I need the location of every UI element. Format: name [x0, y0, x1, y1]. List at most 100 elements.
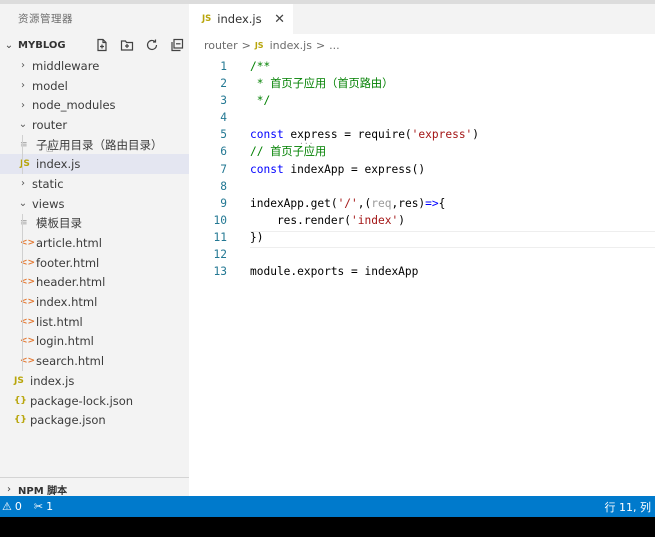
tree-file[interactable]: <> login.html [0, 332, 189, 352]
code-token: ,res) [391, 196, 426, 210]
line-number: 9 [220, 196, 227, 210]
code-line: 10 res.render('index') [189, 212, 655, 229]
chevron-down-icon: ⌄ [4, 39, 14, 51]
code-token: ,( [357, 196, 372, 210]
tree-file[interactable]: <> index.html [0, 292, 189, 312]
workspace-section-header[interactable]: ⌄ MYBLOG [0, 34, 189, 56]
tree-item-label: model [32, 78, 68, 93]
refresh-icon[interactable] [143, 36, 160, 53]
tree-file[interactable]: {} package.json [0, 410, 189, 430]
cursor-position[interactable]: 行 11, 列 [605, 499, 652, 515]
tree-item-label: index.js [30, 373, 75, 388]
indent-guide [22, 213, 23, 372]
hint-ellipsis-icon: ··· [299, 139, 314, 149]
code-line: 12 [189, 246, 655, 263]
tree-file[interactable]: JS index.js [0, 371, 189, 391]
collapse-all-icon[interactable] [168, 36, 185, 53]
js-file-icon: JS [14, 375, 24, 386]
breadcrumb-file[interactable]: index.js [270, 39, 312, 52]
tree-file[interactable]: <> search.html [0, 351, 189, 371]
chevron-right-icon: › [21, 80, 25, 92]
new-folder-icon[interactable] [118, 36, 135, 53]
code-text: * 首页子应用（首页路由） [250, 75, 394, 92]
code-text: }) [250, 229, 263, 246]
code-token: const [250, 162, 284, 176]
code-token: // 首页子应用 [250, 145, 327, 159]
tree-file[interactable]: <> list.html [0, 312, 189, 332]
warning-count: 0 [14, 500, 22, 513]
editor-area: JS index.js ✕ router > JS index.js > ...… [189, 4, 655, 496]
tree-item-label: middleware [32, 58, 100, 73]
tree-folder[interactable]: ⌄ router [0, 115, 189, 135]
json-file-icon: {} [14, 395, 27, 406]
code-token: }) [250, 230, 264, 244]
explorer-title: 资源管理器 [18, 13, 73, 25]
json-file-icon: {} [14, 415, 27, 426]
code-text: const indexApp = express() [250, 161, 425, 178]
tree-item-label: index.html [36, 295, 98, 310]
code-token: * 首页子应用（首页路由） [250, 77, 394, 91]
tree-file[interactable]: ≡ 模板目录 [0, 214, 189, 234]
code-text: res.render('index') [250, 212, 405, 229]
tree-folder[interactable]: › model [0, 76, 189, 96]
breadcrumb-folder[interactable]: router [204, 39, 238, 52]
npm-scripts-label: NPM 脚本 [18, 485, 68, 497]
tree-folder[interactable]: ⌄ views [0, 194, 189, 214]
breadcrumb-more[interactable]: ... [329, 39, 340, 52]
chevron-right-icon: › [21, 178, 25, 190]
explorer-sidebar: 资源管理器 ⌄ MYBLOG › middleware › model › node_mo… [0, 4, 189, 500]
editor-tabs: JS index.js ✕ [189, 4, 655, 34]
code-token: req [371, 196, 392, 210]
code-line: 9 indexApp.get('/',(req,res)=>{ [189, 195, 655, 212]
new-file-icon[interactable] [93, 36, 110, 53]
code-token: module.exports = indexApp [250, 265, 419, 279]
tree-item-label: node_modules [32, 98, 116, 113]
code-token: ) [398, 213, 405, 227]
line-number: 4 [220, 111, 227, 125]
close-icon[interactable]: ✕ [274, 12, 285, 27]
code-editor[interactable]: 1/** 2 * 首页子应用（首页路由） 3 */4 5 const express =… [189, 58, 655, 280]
tree-file[interactable]: {} package-lock.json [0, 391, 189, 411]
code-text: module.exports = indexApp [250, 263, 418, 280]
code-line: 1 /** [189, 58, 655, 75]
problems-indicator[interactable]: ⚠ 0 [2, 500, 22, 513]
tree-file[interactable]: ≡ 子应用目录（路由目录） [0, 135, 189, 155]
explorer-actions [93, 36, 185, 53]
code-line: 3 */ [189, 92, 655, 109]
tree-file[interactable]: <> header.html [0, 273, 189, 293]
chevron-down-icon: ⌄ [18, 198, 28, 210]
tree-item-label: login.html [36, 334, 94, 349]
code-line: 11}) [189, 229, 655, 246]
tools-indicator[interactable]: ✂ 1 [34, 500, 53, 513]
code-text: /** [250, 58, 270, 75]
tree-item-label: 模板目录 [36, 216, 82, 231]
chevron-right-icon: › [7, 483, 11, 495]
breadcrumb-separator-icon: > [241, 38, 251, 52]
tree-item-label: package.json [30, 413, 106, 428]
code-token: res.render( [250, 213, 352, 227]
code-token: */ [250, 94, 271, 108]
tree-item-label: search.html [36, 354, 105, 369]
chevron-right-icon: › [21, 60, 25, 72]
tree-folder[interactable]: › node_modules [0, 95, 189, 115]
tree-item-label: footer.html [36, 255, 100, 270]
status-bar: ⚠ 0 ✂ 1 行 11, 列 [0, 496, 655, 517]
code-token: ) [472, 128, 480, 142]
line-number: 12 [213, 248, 227, 262]
tools-count: 1 [46, 500, 54, 513]
tree-file[interactable]: <> footer.html [0, 253, 189, 273]
code-text: */ [250, 92, 270, 109]
line-number: 6 [220, 145, 227, 159]
code-line: 2 * 首页子应用（首页路由） [189, 75, 655, 92]
file-tree: › middleware › model › node_modules ⌄ router ≡ 子应… [0, 56, 189, 430]
tree-item-label: views [32, 196, 65, 211]
line-number: 7 [220, 162, 227, 176]
tree-folder[interactable]: › static [0, 174, 189, 194]
tree-file[interactable]: JS index.js [0, 154, 189, 175]
tree-folder[interactable]: › middleware [0, 56, 189, 76]
code-line: 4 [189, 109, 655, 126]
tree-file[interactable]: <> article.html [0, 233, 189, 253]
tab-index-js[interactable]: JS index.js ✕ [189, 4, 293, 34]
line-number: 10 [213, 213, 227, 227]
code-token: { [438, 196, 446, 210]
